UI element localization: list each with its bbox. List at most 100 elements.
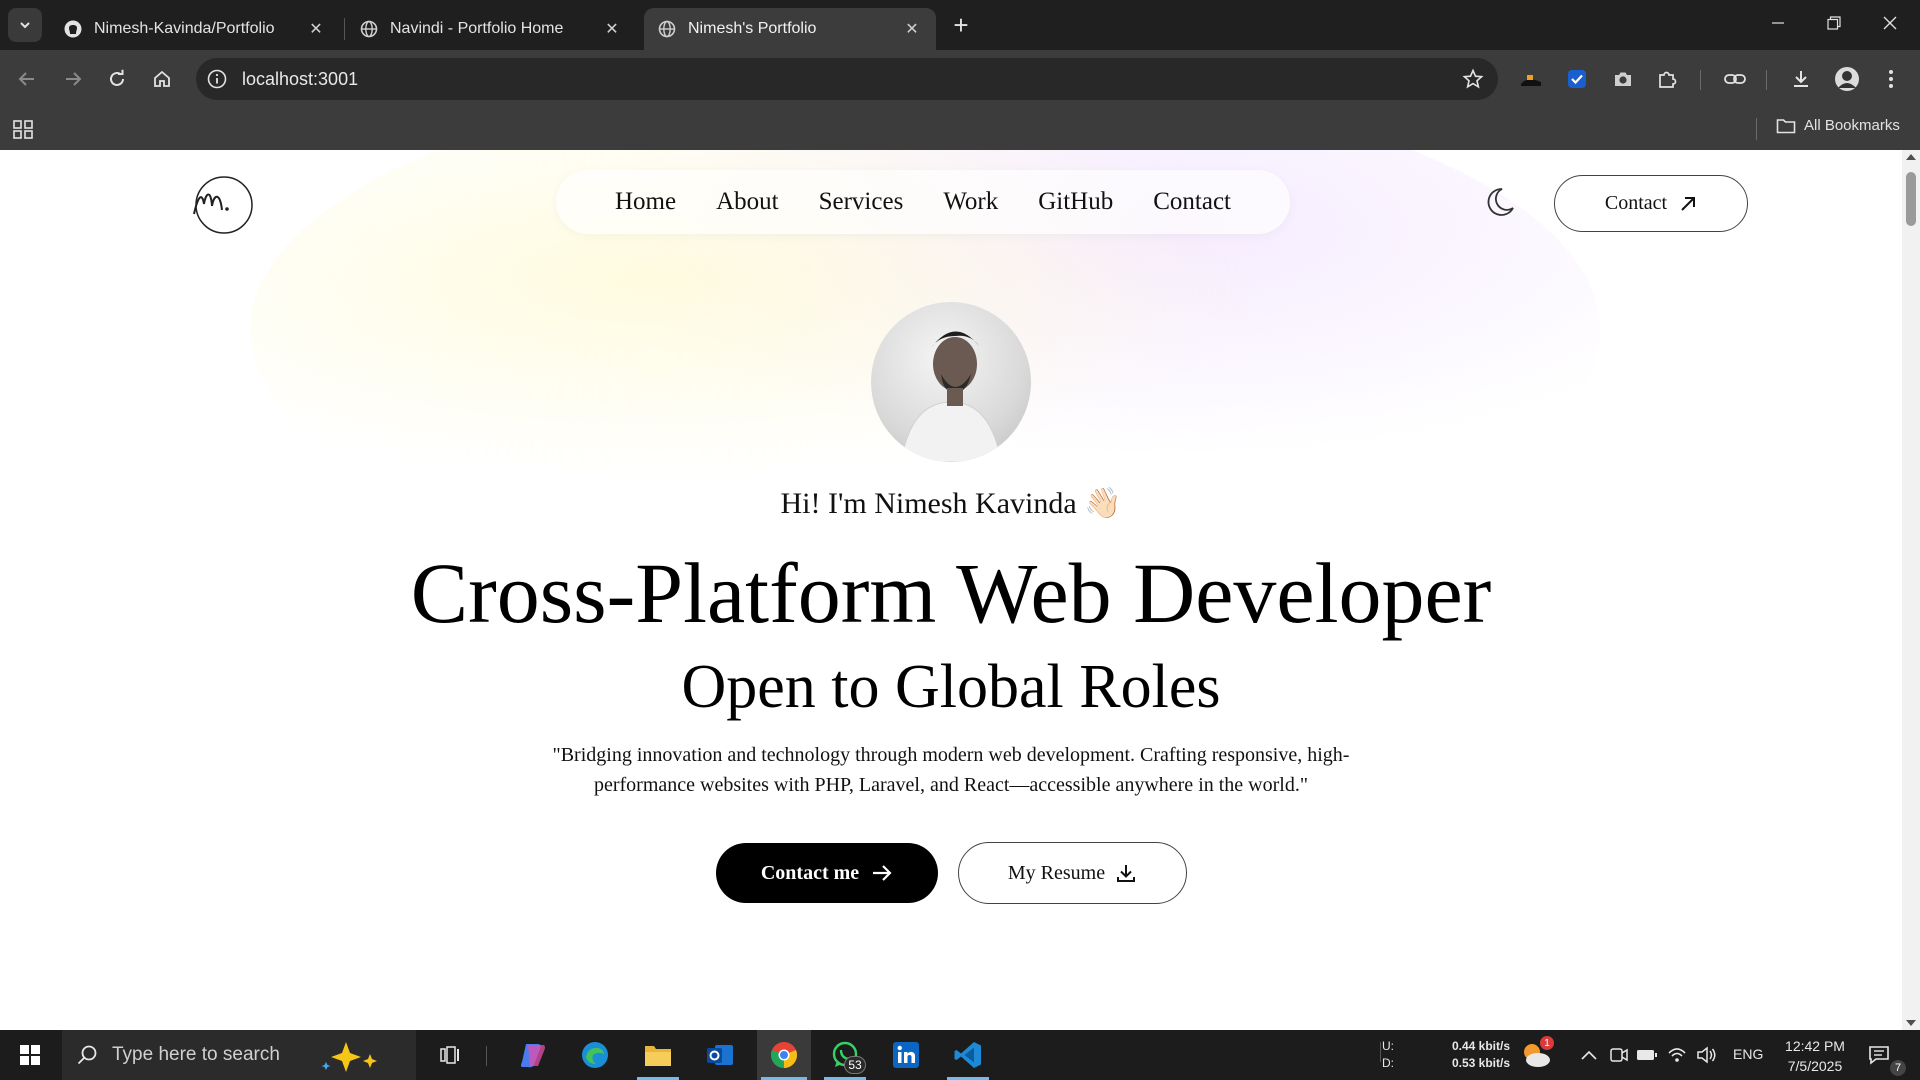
nav-work[interactable]: Work	[943, 188, 998, 216]
download-label: D:	[1382, 1056, 1394, 1070]
link-icon[interactable]	[1720, 64, 1750, 94]
extension-dark-icon[interactable]	[1516, 64, 1546, 94]
search-placeholder: Type here to search	[112, 1044, 280, 1065]
tab-title: Nimesh-Kavinda/Portfolio	[94, 20, 275, 37]
language-indicator[interactable]: ENG	[1733, 1046, 1763, 1062]
folder-icon	[1776, 118, 1796, 133]
tab-search-button[interactable]	[8, 8, 42, 42]
wifi-icon[interactable]	[1666, 1044, 1688, 1066]
tab-nimesh-portfolio[interactable]: Nimesh's Portfolio ✕	[644, 8, 936, 50]
profile-photo	[871, 302, 1031, 462]
github-icon	[64, 20, 82, 38]
taskbar-search[interactable]: Type here to search	[62, 1030, 416, 1080]
whatsapp-app[interactable]: 53	[820, 1030, 870, 1080]
linkedin-app[interactable]	[881, 1030, 931, 1080]
url-text[interactable]: localhost:3001	[242, 69, 358, 90]
header-contact-button[interactable]: Contact	[1554, 175, 1748, 232]
upload-speed: 0.44 kbit/s	[1451, 1039, 1510, 1053]
page-scrollbar[interactable]	[1902, 150, 1920, 1030]
network-speed-labels: U: D:	[1382, 1038, 1394, 1072]
forward-button[interactable]	[58, 64, 88, 94]
bookmarks-divider	[1756, 118, 1757, 140]
vscode-app[interactable]	[943, 1030, 993, 1080]
close-icon[interactable]: ✕	[602, 19, 622, 39]
tab-strip: Nimesh-Kavinda/Portfolio ✕ Navindi - Por…	[0, 0, 1920, 50]
extension-check-icon[interactable]	[1562, 64, 1592, 94]
taskbar-divider	[1380, 1042, 1381, 1062]
copilot-app[interactable]	[508, 1030, 558, 1080]
chrome-app[interactable]	[757, 1030, 811, 1080]
site-info-icon[interactable]	[206, 68, 228, 90]
home-button[interactable]	[147, 64, 177, 94]
battery-icon[interactable]	[1636, 1044, 1658, 1066]
minimize-icon	[1772, 22, 1784, 24]
nav-contact[interactable]: Contact	[1153, 188, 1231, 216]
close-window-button[interactable]	[1862, 0, 1918, 46]
tab-navindi[interactable]: Navindi - Portfolio Home ✕	[346, 8, 636, 50]
weather-icon[interactable]: 1	[1520, 1036, 1554, 1070]
apps-grid-icon[interactable]	[12, 118, 34, 140]
reload-button[interactable]	[102, 64, 132, 94]
tab-github[interactable]: Nimesh-Kavinda/Portfolio ✕	[50, 8, 340, 50]
arrow-left-icon	[18, 72, 34, 86]
nav-about[interactable]: About	[716, 188, 779, 216]
notification-count-badge: 7	[1890, 1060, 1906, 1076]
file-explorer-app[interactable]	[633, 1030, 683, 1080]
nav-github[interactable]: GitHub	[1038, 188, 1113, 216]
nav-home[interactable]: Home	[615, 188, 676, 216]
camera-icon[interactable]	[1608, 64, 1638, 94]
outlook-icon	[707, 1045, 733, 1065]
scrollbar-thumb[interactable]	[1906, 172, 1916, 226]
scroll-up-arrow[interactable]	[1906, 154, 1916, 160]
minimize-button[interactable]	[1750, 0, 1806, 46]
restore-button[interactable]	[1806, 0, 1862, 46]
upload-label: U:	[1382, 1039, 1394, 1053]
outlook-app[interactable]	[695, 1030, 745, 1080]
back-button[interactable]	[12, 64, 42, 94]
hero-tagline: "Bridging innovation and technology thro…	[552, 744, 1350, 796]
tab-title: Nimesh's Portfolio	[688, 20, 817, 37]
contact-me-button[interactable]: Contact me	[716, 843, 938, 903]
clock-date: 7/5/2025	[1787, 1058, 1843, 1074]
chrome-icon	[771, 1042, 797, 1068]
task-view-button[interactable]	[425, 1030, 475, 1080]
tab-divider	[344, 18, 345, 40]
task-view-icon	[440, 1046, 459, 1064]
address-bar[interactable]: localhost:3001	[196, 58, 1498, 100]
taskbar-divider	[486, 1046, 487, 1066]
my-resume-button[interactable]: My Resume	[958, 842, 1187, 904]
restore-icon	[1827, 16, 1841, 30]
profile-avatar[interactable]	[1832, 64, 1862, 94]
header-contact-label: Contact	[1604, 192, 1668, 214]
start-button[interactable]	[0, 1030, 60, 1080]
close-icon[interactable]: ✕	[306, 19, 326, 39]
close-icon[interactable]: ✕	[902, 19, 922, 39]
download-icon[interactable]	[1786, 64, 1816, 94]
extensions-puzzle-icon[interactable]	[1652, 64, 1682, 94]
new-tab-button[interactable]: +	[944, 10, 978, 40]
hero-greeting: Hi! I'm Nimesh Kavinda 👋🏻	[780, 487, 1122, 520]
globe-icon	[360, 20, 378, 38]
arrow-right-icon	[873, 865, 892, 881]
volume-icon[interactable]	[1696, 1044, 1718, 1066]
close-icon	[1883, 16, 1897, 30]
meet-now-icon[interactable]	[1608, 1044, 1630, 1066]
toolbar-divider	[1766, 70, 1767, 90]
chevron-up-icon[interactable]	[1578, 1044, 1600, 1066]
hero-subheadline: Open to Global Roles	[681, 653, 1221, 721]
page-viewport: Home About Services Work GitHub Contact …	[0, 150, 1902, 1030]
menu-kebab-icon[interactable]	[1876, 64, 1906, 94]
nav-services[interactable]: Services	[819, 188, 904, 216]
system-clock[interactable]: 12:42 PM 7/5/2025	[1770, 1036, 1860, 1076]
whatsapp-unread-badge: 53	[844, 1056, 866, 1074]
scroll-down-arrow[interactable]	[1906, 1020, 1916, 1026]
site-logo[interactable]	[186, 174, 260, 236]
arrow-up-right-icon	[1681, 196, 1696, 211]
notification-center-icon[interactable]	[1868, 1044, 1890, 1066]
all-bookmarks-button[interactable]: All Bookmarks	[1776, 117, 1900, 134]
arrow-right-icon	[66, 72, 82, 86]
moon-icon[interactable]	[1482, 186, 1516, 220]
bookmark-star-icon[interactable]	[1462, 68, 1484, 90]
edge-app[interactable]	[570, 1030, 620, 1080]
weather-alert-badge: 1	[1540, 1036, 1554, 1050]
